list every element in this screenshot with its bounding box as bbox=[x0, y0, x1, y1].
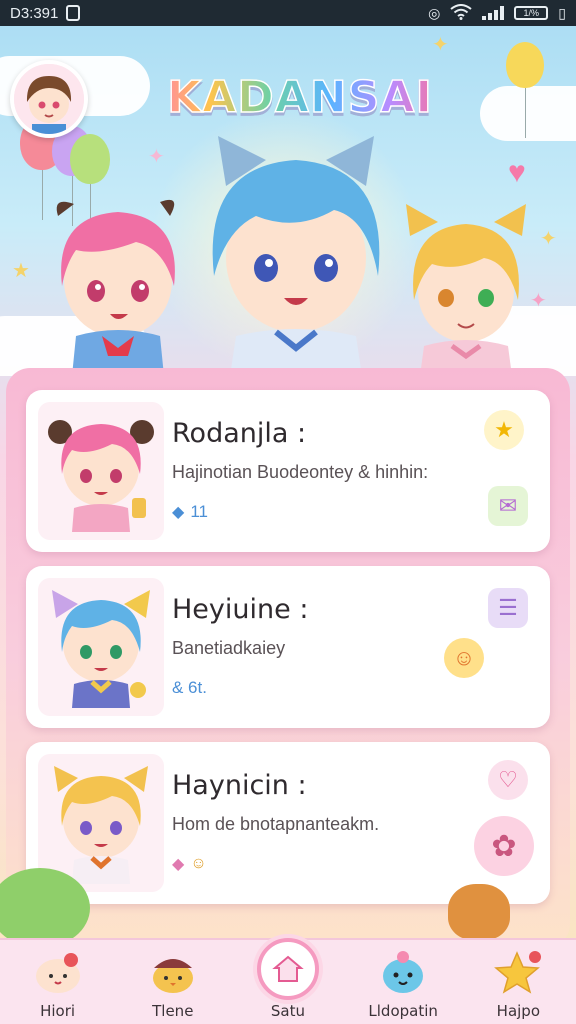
nav-label: Hajpo bbox=[496, 1002, 541, 1020]
bear-icon[interactable]: ✿ bbox=[474, 816, 534, 876]
character-card[interactable]: Haynicin : Hom de bnotapnanteakm. ◆ ☺ ♡ … bbox=[26, 742, 550, 904]
nav-item-hiori[interactable]: Hiori bbox=[8, 944, 108, 1020]
character-name: Rodanjla : bbox=[172, 418, 307, 449]
notification-icon bbox=[66, 5, 81, 21]
character-portrait bbox=[38, 402, 164, 540]
vibrate-icon: ◎ bbox=[428, 4, 441, 21]
pink-hair-character bbox=[56, 199, 175, 376]
character-meta-value: 11 bbox=[190, 502, 208, 521]
dog-mascot-icon bbox=[448, 884, 510, 940]
smile-icon[interactable]: ☺ bbox=[444, 638, 484, 678]
status-time: D3:391 bbox=[10, 4, 59, 22]
blonde-hair-character bbox=[406, 204, 526, 376]
avatar-face-icon bbox=[14, 64, 84, 134]
balloon-icon bbox=[506, 42, 544, 138]
profile-avatar[interactable] bbox=[10, 60, 88, 138]
smile-icon: ☺ bbox=[190, 855, 207, 872]
chick-icon bbox=[145, 944, 201, 1000]
heart-icon[interactable]: ♡ bbox=[488, 760, 528, 800]
sparkle-icon: ★ bbox=[12, 260, 30, 282]
hero-banner: ✦ ✦ ★ ✦ ♥ ✦ KADANSAI bbox=[0, 26, 576, 376]
chat-icon[interactable]: ✉ bbox=[488, 486, 528, 526]
nav-item-satu[interactable]: Satu bbox=[238, 938, 338, 1020]
nav-label: Tlene bbox=[152, 1002, 194, 1020]
character-description: Hom de bnotapnanteakm. bbox=[172, 814, 380, 834]
character-description: Banetiadkaiey bbox=[172, 638, 286, 658]
sparkle-icon: ✦ bbox=[540, 228, 557, 250]
wifi-icon bbox=[450, 3, 472, 23]
bottom-navigation: Hiori Tlene Satu Lldopatin Hajpo bbox=[0, 938, 576, 1024]
battery-alert-icon: ▯ bbox=[558, 4, 566, 21]
note-icon[interactable]: ☰ bbox=[488, 588, 528, 628]
pink-character-icon bbox=[48, 420, 154, 532]
nav-item-hajpo[interactable]: Hajpo bbox=[468, 944, 568, 1020]
character-meta-value: & 6t. bbox=[172, 678, 207, 697]
app-title: KADANSAI bbox=[150, 71, 450, 124]
character-meta: ◆ ☺ bbox=[172, 854, 207, 874]
blob-icon bbox=[375, 944, 431, 1000]
nav-item-tlene[interactable]: Tlene bbox=[123, 944, 223, 1020]
sparkle-icon: ✦ bbox=[148, 146, 165, 168]
character-card[interactable]: Rodanjla : Hajinotian Buodeontey & hinhi… bbox=[26, 390, 550, 552]
bun-icon bbox=[30, 944, 86, 1000]
character-description: Hajinotian Buodeontey & hinhin: bbox=[172, 462, 429, 482]
gem-icon: ◆ bbox=[172, 856, 185, 873]
battery-icon: 1/% bbox=[514, 6, 549, 20]
gem-icon: ◆ bbox=[172, 504, 185, 521]
battery-text: 1/% bbox=[523, 8, 540, 18]
signal-icon bbox=[482, 6, 505, 20]
status-bar: D3:391 ◎ 1/% ▯ bbox=[0, 0, 576, 26]
character-meta: ◆ 11 bbox=[172, 502, 208, 522]
character-meta: & 6t. bbox=[172, 678, 207, 698]
star-icon bbox=[490, 944, 546, 1000]
sparkle-icon: ✦ bbox=[432, 34, 449, 56]
character-card[interactable]: Heyiuine : Banetiadkaiey & 6t. ☰ ☺ bbox=[26, 566, 550, 728]
blue-hair-character bbox=[212, 136, 380, 376]
star-icon[interactable]: ★ bbox=[484, 410, 524, 450]
blue-character-icon bbox=[52, 590, 150, 708]
heart-icon: ♥ bbox=[508, 156, 526, 189]
nav-label: Satu bbox=[270, 1002, 306, 1020]
character-name: Haynicin : bbox=[172, 770, 307, 801]
character-name: Heyiuine : bbox=[172, 594, 309, 625]
home-icon bbox=[256, 938, 319, 1000]
balloon-icon bbox=[70, 134, 110, 234]
cloud bbox=[480, 86, 576, 141]
nav-label: Hiori bbox=[40, 1002, 76, 1020]
nav-label: Lldopatin bbox=[368, 1002, 438, 1020]
character-portrait bbox=[38, 578, 164, 716]
nav-item-lldopatin[interactable]: Lldopatin bbox=[353, 944, 453, 1020]
